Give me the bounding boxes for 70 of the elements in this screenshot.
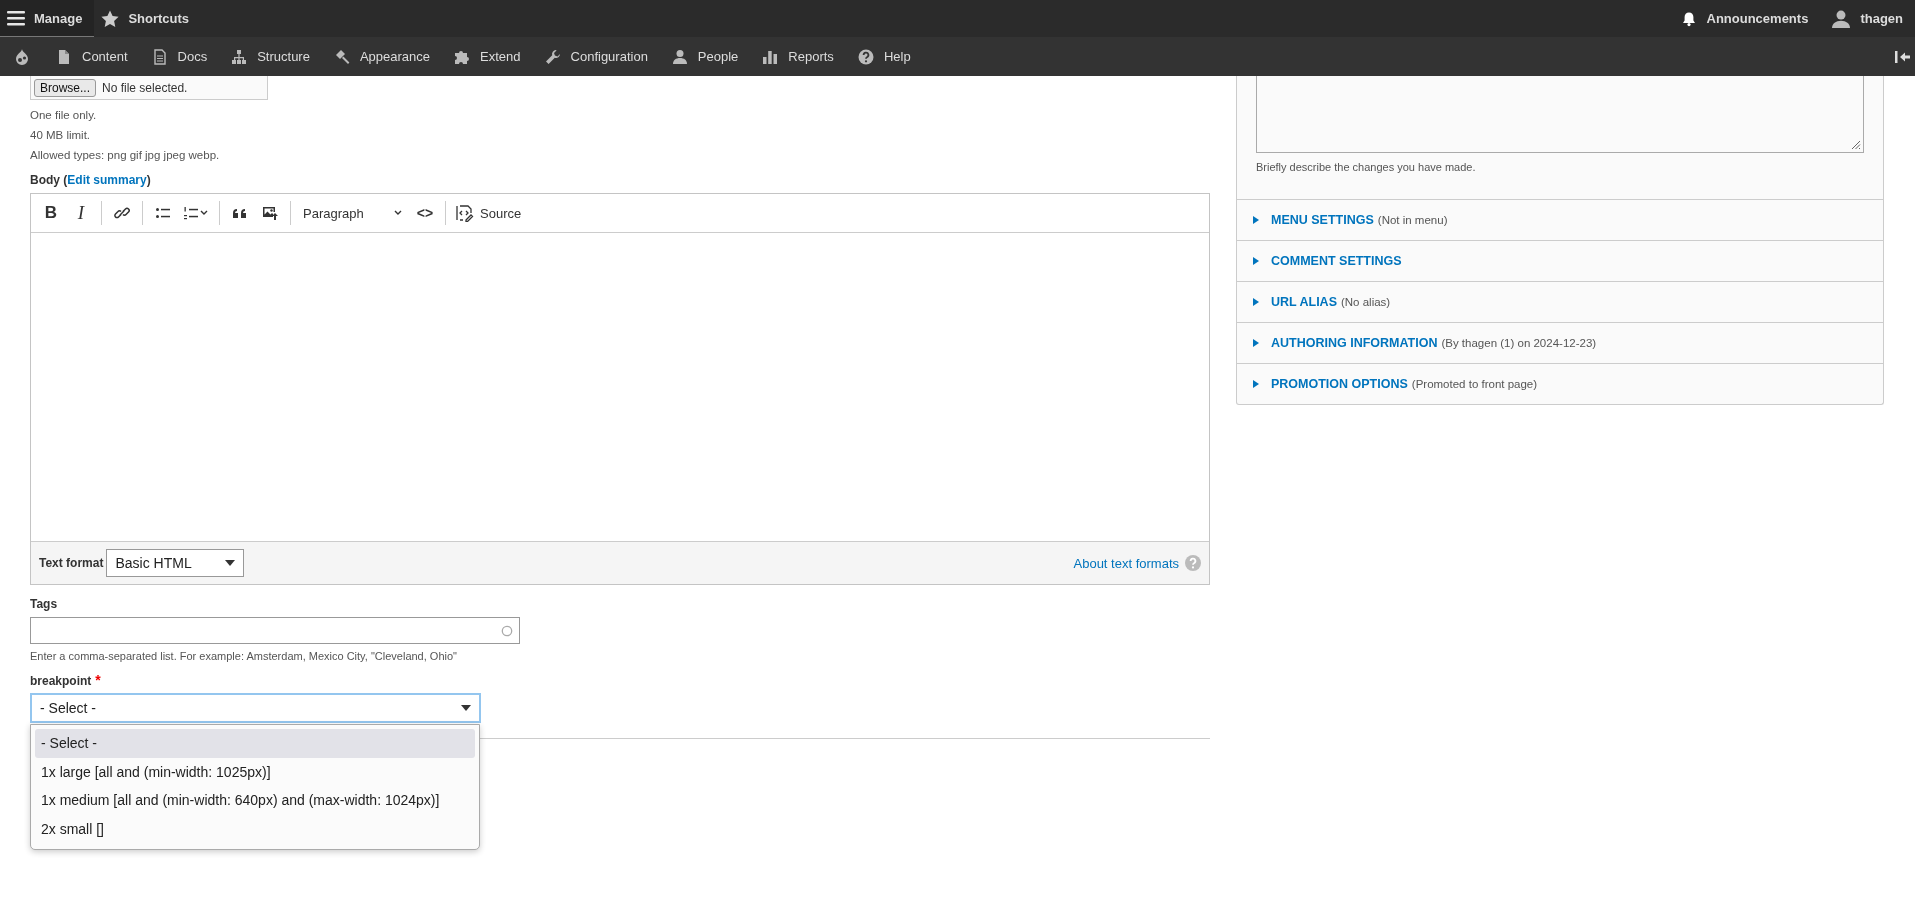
edit-summary-link[interactable]: Edit summary bbox=[67, 173, 147, 187]
bold-button[interactable]: B bbox=[37, 199, 65, 227]
menu-icon bbox=[7, 9, 25, 27]
puzzle-icon bbox=[454, 48, 471, 65]
admin-menu-item[interactable]: Reports bbox=[750, 37, 846, 76]
text-format-select[interactable]: Basic HTML bbox=[106, 549, 245, 577]
dropdown-option[interactable]: 2x small [] bbox=[35, 814, 475, 843]
dropdown-option[interactable]: - Select - bbox=[35, 729, 475, 758]
section-summary[interactable]: MENU SETTINGS (Not in menu) bbox=[1271, 213, 1448, 227]
user-menu-link[interactable]: thagen bbox=[1820, 0, 1915, 37]
star-icon bbox=[101, 9, 120, 28]
section-summary[interactable]: URL ALIAS (No alias) bbox=[1271, 295, 1391, 309]
help-icon bbox=[857, 48, 874, 65]
numbered-list-icon bbox=[183, 205, 199, 221]
admin-menu-item[interactable]: People bbox=[659, 37, 751, 76]
document-icon bbox=[56, 48, 72, 65]
dropdown-option[interactable]: 1x medium [all and (min-width: 640px) and (max-width: 1024px)] bbox=[35, 786, 475, 815]
section-summary[interactable]: AUTHORING INFORMATION (By thagen (1) on 2024-12-23) bbox=[1271, 336, 1597, 350]
help-text: Allowed types: png gif jpg jpeg webp. bbox=[30, 148, 220, 163]
admin-menu-item[interactable]: Docs bbox=[139, 37, 220, 76]
dropdown-option[interactable]: 1x large [all and (min-width: 1025px)] bbox=[35, 757, 475, 786]
about-text-formats-link[interactable]: About text formats bbox=[1073, 555, 1179, 571]
announcements-link[interactable]: Announcements bbox=[1668, 0, 1821, 37]
file-status: No file selected. bbox=[102, 80, 188, 95]
text-format-label: Text format bbox=[39, 556, 104, 570]
help-text: 40 MB limit. bbox=[30, 128, 91, 143]
bar-chart-icon bbox=[762, 48, 779, 65]
admin-menu-item[interactable]: Extend bbox=[442, 37, 533, 76]
wrench-icon bbox=[544, 48, 561, 65]
heading-dropdown[interactable]: Paragraph bbox=[297, 199, 409, 227]
admin-menu-item[interactable]: Appearance bbox=[321, 37, 443, 76]
toolbar-tab[interactable]: Manage bbox=[0, 0, 95, 37]
document-lines-icon bbox=[151, 48, 168, 65]
required-mark: * bbox=[95, 672, 101, 688]
help-icon bbox=[1185, 555, 1201, 571]
admin-menu-item[interactable]: Configuration bbox=[532, 37, 660, 76]
person-icon bbox=[671, 48, 688, 65]
revision-log-field[interactable] bbox=[1256, 76, 1864, 153]
resize-grip-icon bbox=[1849, 138, 1861, 150]
source-button[interactable]: Source bbox=[452, 199, 526, 227]
help-text: One file only. bbox=[30, 108, 97, 123]
drop-logo-icon bbox=[14, 48, 30, 65]
breakpoint-label: breakpoint bbox=[30, 674, 92, 688]
admin-menu-item[interactable]: Structure bbox=[219, 37, 322, 76]
tags-field[interactable] bbox=[30, 617, 520, 644]
code-button[interactable]: <> bbox=[411, 199, 439, 227]
tags-label: Tags bbox=[30, 597, 58, 611]
section-summary[interactable]: PROMOTION OPTIONS (Promoted to front page) bbox=[1271, 377, 1538, 391]
admin-menu-item[interactable]: Help bbox=[845, 37, 923, 76]
browse-button[interactable]: Browse... bbox=[34, 78, 96, 97]
image-upload-icon bbox=[261, 205, 279, 221]
file-upload-field[interactable]: Browse... No file selected. bbox=[30, 76, 268, 100]
source-icon bbox=[456, 204, 474, 222]
dropdown-arrow-icon bbox=[225, 560, 236, 566]
autocomplete-circle-icon bbox=[501, 624, 513, 637]
italic-button[interactable]: I bbox=[67, 199, 95, 227]
admin-menu-item[interactable]: Content bbox=[44, 37, 140, 76]
dropdown-arrow-icon bbox=[461, 705, 471, 711]
hierarchy-icon bbox=[231, 48, 248, 65]
toolbar-tab[interactable]: Shortcuts bbox=[94, 0, 202, 37]
bell-icon bbox=[1680, 10, 1697, 27]
body-label: Body (Edit summary) bbox=[30, 173, 151, 187]
revision-description: Briefly describe the changes you have made. bbox=[1256, 161, 1477, 173]
breakpoint-select[interactable]: - Select - bbox=[30, 693, 481, 723]
tags-description: Enter a comma-separated list. For example: Amsterdam, Mexico City, "Cleveland, Ohio" bbox=[30, 650, 457, 662]
section-summary[interactable]: COMMENT SETTINGS bbox=[1271, 254, 1402, 268]
collapse-sidebar-icon bbox=[1895, 48, 1911, 65]
bulleted-list-icon bbox=[155, 205, 171, 221]
link-icon bbox=[114, 205, 130, 221]
user-icon bbox=[1832, 9, 1851, 28]
